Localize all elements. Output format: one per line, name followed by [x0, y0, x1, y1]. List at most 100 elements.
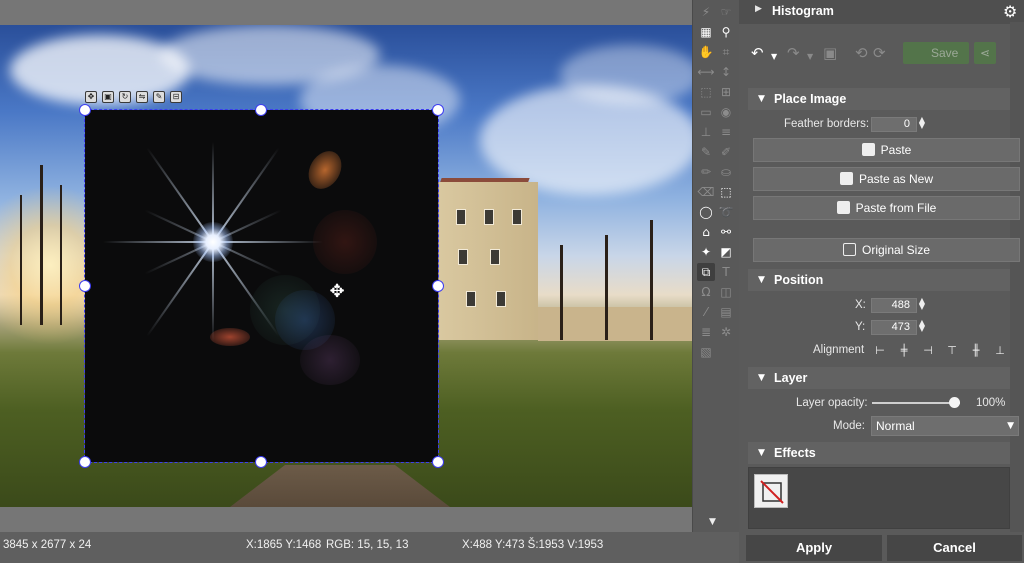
gear-icon[interactable]: ⚙	[1003, 2, 1017, 21]
opacity-slider[interactable]	[872, 402, 960, 404]
resize-handle-top-left[interactable]	[79, 104, 91, 116]
align-left-icon[interactable]: ⊢	[873, 344, 887, 358]
bucket-icon[interactable]: ⛀	[717, 163, 735, 181]
toolstrip-scroll-down-icon[interactable]: ▼	[709, 517, 716, 527]
collapse-icon: ▼	[758, 373, 765, 383]
zoom-icon[interactable]: ⚲	[717, 23, 735, 41]
ellipse-select-icon[interactable]: ◯	[697, 203, 715, 221]
quick-fix-icon[interactable]: ⚡	[697, 3, 715, 21]
caption-icon[interactable]: ▤	[717, 303, 735, 321]
opacity-slider-knob[interactable]	[949, 397, 960, 408]
save-button-label: Save	[931, 46, 959, 60]
frame-icon[interactable]: ▭	[697, 103, 715, 121]
resize-handle-right[interactable]	[432, 280, 444, 292]
x-spinner-icon[interactable]: ▲ ▼	[918, 297, 926, 311]
layer-merge-icon[interactable]: ⊟	[170, 91, 182, 103]
layer-header[interactable]: ▼ Layer	[748, 367, 1010, 389]
cancel-button[interactable]: Cancel	[887, 535, 1022, 561]
text-block-icon[interactable]: ≡	[717, 123, 735, 141]
feather-label: Feather borders:	[784, 118, 870, 130]
redeye-icon[interactable]: ◉	[717, 103, 735, 121]
paste-from-file-button[interactable]: Paste from File	[753, 196, 1020, 220]
no-effect-thumbnail[interactable]	[754, 474, 788, 508]
opacity-value: 100%	[976, 397, 1006, 409]
layer-title: Layer	[774, 371, 808, 385]
move-layer-icon[interactable]: ✥	[85, 91, 97, 103]
layer-mini-toolbar: ✥ ▣ ↻ ⇋ ✎ ⊟	[85, 91, 182, 105]
position-header[interactable]: ▼ Position	[748, 269, 1010, 291]
hand-icon-2[interactable]: ☞	[717, 3, 735, 21]
resize-handle-bottom-left[interactable]	[79, 456, 91, 468]
place-image-icon[interactable]: ⧉	[697, 263, 715, 281]
align-bottom-icon[interactable]: ⊥	[993, 344, 1007, 358]
align-right-icon[interactable]: ⊣	[921, 344, 935, 358]
brush-icon[interactable]: ✎	[697, 143, 715, 161]
original-size-button[interactable]: Original Size	[753, 238, 1020, 262]
undo-icon[interactable]: ↶	[751, 44, 764, 62]
pen-icon[interactable]: ✐	[717, 143, 735, 161]
rgb-info: RGB: 15, 15, 13	[326, 539, 409, 551]
polygon-lasso-icon[interactable]: ⌂	[697, 223, 715, 241]
shape-tool-icon[interactable]: Ω	[697, 283, 715, 301]
x-input[interactable]: 488	[871, 298, 917, 313]
rotate-layer-icon[interactable]: ↻	[119, 91, 131, 103]
resize-handle-left[interactable]	[79, 280, 91, 292]
place-image-header[interactable]: ▼ Place Image	[748, 88, 1010, 110]
undo-dropdown-icon[interactable]: ▼	[771, 48, 777, 66]
rotate-right-icon[interactable]: ⟳	[873, 44, 886, 62]
magic-wand-icon[interactable]: ✦	[697, 243, 715, 261]
filter-gear-icon[interactable]: ✲	[717, 323, 735, 341]
eraser-icon[interactable]: ⌫	[697, 183, 715, 201]
save-button[interactable]: Save	[903, 42, 969, 64]
effects-title: Effects	[774, 446, 816, 460]
y-input[interactable]: 473	[871, 320, 917, 335]
blend-mode-select[interactable]: Normal ▼	[871, 416, 1019, 436]
rotate-icon[interactable]: ⟲	[855, 44, 868, 62]
hand-icon[interactable]: ✋	[697, 43, 715, 61]
pencil-icon[interactable]: ✏	[697, 163, 715, 181]
align-center-v-icon[interactable]: ╫	[969, 344, 983, 358]
resize-icon[interactable]: ↕	[717, 63, 735, 81]
effect-brush-icon[interactable]: ⁄	[697, 303, 715, 321]
feather-spinner-icon[interactable]: ▲ ▼	[918, 116, 926, 130]
crop-icon[interactable]: ⌗	[717, 43, 735, 61]
lines-icon[interactable]: ≣	[697, 323, 715, 341]
rect-select-icon[interactable]: ⬚	[717, 183, 735, 201]
layer-edit-icon[interactable]: ✎	[153, 91, 165, 103]
y-spinner-icon[interactable]: ▲ ▼	[918, 319, 926, 333]
effects-header[interactable]: ▼ Effects	[748, 442, 1010, 464]
redo-icon[interactable]: ↷	[787, 44, 800, 62]
resize-handle-top[interactable]	[255, 104, 267, 116]
magnetic-lasso-icon[interactable]: ⚯	[717, 223, 735, 241]
straighten-icon[interactable]: ⟷	[697, 63, 715, 81]
redo-dropdown-icon[interactable]: ▼	[807, 48, 813, 66]
feather-input[interactable]: 0	[871, 117, 917, 132]
clone-stamp-icon[interactable]: ⊥	[697, 123, 715, 141]
share-button[interactable]: ⋖	[974, 42, 996, 64]
transform-icon[interactable]: ⊞	[717, 83, 735, 101]
resize-handle-top-right[interactable]	[432, 104, 444, 116]
paste-button[interactable]: Paste	[753, 138, 1020, 162]
resize-handle-bottom-right[interactable]	[432, 456, 444, 468]
layers-icon[interactable]: ▧	[697, 343, 715, 361]
grid-icon[interactable]: ▦	[697, 23, 715, 41]
flip-layer-icon[interactable]: ⇋	[136, 91, 148, 103]
align-top-icon[interactable]: ⊤	[945, 344, 959, 358]
layer-fit-icon[interactable]: ▣	[102, 91, 114, 103]
selection-edit-icon[interactable]: ◩	[717, 243, 735, 261]
apply-button[interactable]: Apply	[746, 535, 882, 561]
gradient-tool-icon[interactable]: ◫	[717, 283, 735, 301]
paste-as-new-button[interactable]: Paste as New	[753, 167, 1020, 191]
canvas-area[interactable]: ✥ ▣ ↻ ⇋ ✎ ⊟ ✥	[0, 0, 692, 532]
canvas-icon[interactable]: ⬚	[697, 83, 715, 101]
text-tool-icon[interactable]: T	[717, 263, 735, 281]
panel-scrollbar[interactable]	[1010, 22, 1024, 532]
compare-icon[interactable]: ▣	[823, 44, 837, 62]
y-label: Y:	[855, 321, 866, 333]
placed-image-layer[interactable]: ✥	[79, 104, 444, 468]
align-center-h-icon[interactable]: ╪	[897, 344, 911, 358]
resize-handle-bottom[interactable]	[255, 456, 267, 468]
layer-position-info: X:488 Y:473 Š:1953 V:1953	[462, 539, 604, 551]
lasso-icon[interactable]: ➰	[717, 203, 735, 221]
histogram-header[interactable]: ▶ Histogram ⚙	[739, 0, 1024, 24]
